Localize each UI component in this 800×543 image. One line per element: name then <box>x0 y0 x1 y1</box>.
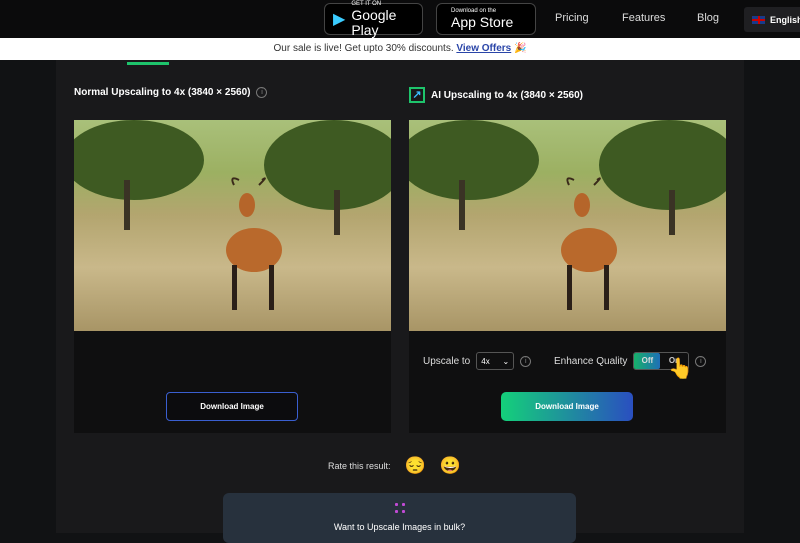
antelope-figure <box>561 177 617 310</box>
antelope-figure <box>226 177 282 310</box>
hand-cursor-icon: 👆 <box>668 358 693 380</box>
bulk-upscale-card[interactable]: Want to Upscale Images in bulk? <box>223 493 576 543</box>
ai-title: ↗ AI Upscaling to 4x (3840 × 2560) <box>409 87 583 103</box>
normal-download-button[interactable]: Download Image <box>166 392 298 421</box>
ai-upscaled-image <box>409 120 726 331</box>
bulk-icon <box>392 501 407 515</box>
ai-download-button[interactable]: Download Image <box>501 392 633 421</box>
app-store-button[interactable]: Download on the App Store <box>436 3 536 35</box>
ai-upscale-icon: ↗ <box>409 87 425 103</box>
uk-flag-icon <box>752 15 765 24</box>
happy-face-icon[interactable]: 😀 <box>440 456 461 476</box>
google-play-button[interactable]: ▶ GET IT ON Google Play <box>324 1 423 37</box>
sale-banner: Our sale is live! Get upto 30% discounts… <box>0 38 800 60</box>
sad-face-icon[interactable]: 😔 <box>405 456 426 476</box>
rating-row: Rate this result: 😔 😀 <box>328 456 461 476</box>
toggle-off[interactable]: Off <box>634 353 661 369</box>
info-icon[interactable]: i <box>695 355 707 367</box>
view-offers-link[interactable]: View Offers <box>456 43 511 54</box>
nav-blog[interactable]: Blog <box>697 12 719 24</box>
info-icon[interactable]: i <box>256 87 268 98</box>
upscale-control: Upscale to 4x ⌄ i <box>423 352 532 370</box>
google-play-icon: ▶ <box>333 11 346 28</box>
nav-features[interactable]: Features <box>622 12 665 24</box>
normal-result-card: Download Image <box>74 120 391 433</box>
normal-title: Normal Upscaling to 4x (3840 × 2560) i <box>74 87 268 98</box>
active-tab-indicator <box>127 62 169 65</box>
party-icon: 🎉 <box>514 43 527 54</box>
ai-result-card: Upscale to 4x ⌄ i Enhance Quality Off On i… <box>409 120 726 433</box>
chevron-down-icon: ⌄ <box>502 356 510 366</box>
header: ▶ GET IT ON Google Play Download on the Ap… <box>0 0 800 38</box>
nav-pricing[interactable]: Pricing <box>555 12 589 24</box>
language-selector[interactable]: English <box>744 7 800 32</box>
info-icon[interactable]: i <box>520 355 532 367</box>
normal-upscaled-image <box>74 120 391 331</box>
upscale-select[interactable]: 4x ⌄ <box>476 352 515 370</box>
